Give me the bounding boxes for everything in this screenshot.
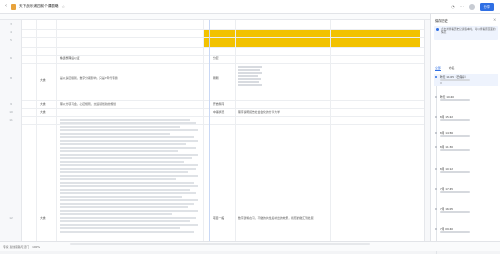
version-item[interactable]: 8月 15:22 bbox=[434, 114, 498, 126]
star-icon[interactable]: ☆ bbox=[62, 4, 66, 9]
row-number[interactable]: 9 bbox=[0, 102, 22, 106]
cell[interactable]: 开始科同 bbox=[213, 102, 224, 107]
gridline bbox=[36, 20, 37, 241]
gridline bbox=[235, 20, 236, 241]
share-button[interactable]: 分享 bbox=[479, 2, 494, 11]
cell[interactable]: 刚刚 bbox=[213, 76, 219, 81]
version-item[interactable]: 昨天 11:05（已保存） bbox=[434, 74, 498, 86]
version-dot bbox=[434, 208, 437, 210]
version-item[interactable]: 7月 09:40 bbox=[434, 226, 498, 238]
row-number[interactable]: 11 bbox=[0, 118, 22, 122]
version-dot bbox=[434, 132, 437, 134]
cell[interactable]: 大类 bbox=[40, 110, 46, 115]
text-block[interactable] bbox=[60, 117, 200, 234]
cell[interactable]: 理序说明报告社会会化的分享大学 bbox=[238, 110, 280, 115]
row-number[interactable]: 5 bbox=[0, 38, 22, 42]
row-number[interactable]: 4 bbox=[0, 30, 22, 34]
version-dot bbox=[434, 96, 437, 98]
sheet-tab[interactable]: 专家·直线思路与活门 bbox=[3, 245, 29, 249]
row-header: 3 4 5 6 8 9 10 11 12 bbox=[0, 20, 22, 241]
info-icon bbox=[436, 28, 439, 31]
version-item[interactable]: 7月 16:05 bbox=[434, 206, 498, 218]
version-meta bbox=[440, 149, 470, 151]
version-dot bbox=[434, 146, 437, 148]
cell[interactable]: 是以多层级别，数字分期影响，只是7年代专题 bbox=[60, 76, 200, 81]
version-label: 8月 15:22 bbox=[440, 114, 453, 119]
cell[interactable]: 数字建筑在习，不做的共性后补出的效果，按照的融汇到处展 bbox=[238, 216, 314, 221]
column-divider bbox=[209, 20, 210, 241]
top-actions: ◔ ⋯ 分享 bbox=[451, 2, 500, 11]
cell[interactable]: 中铺状况 bbox=[213, 110, 224, 115]
version-label: 8月 11:30 bbox=[440, 144, 453, 149]
version-label: 昨天 11:05（已保存） bbox=[440, 74, 468, 79]
gridline bbox=[22, 55, 424, 56]
gridline bbox=[22, 29, 424, 30]
version-label: 7月 16:05 bbox=[440, 206, 453, 211]
close-icon[interactable]: × bbox=[493, 17, 496, 22]
version-meta bbox=[440, 211, 470, 213]
info-text: 点击并查看历史记录版本时，可以查看原页面的情况 bbox=[441, 27, 496, 34]
cell[interactable]: 理以分项习会，心层规则，交运领划新的规划 bbox=[60, 102, 200, 107]
panel-title: 保存历史 bbox=[435, 19, 448, 23]
row-number[interactable]: 3 bbox=[0, 22, 22, 26]
version-item[interactable]: 8月 11:30 bbox=[434, 144, 498, 156]
panel-tabs: 全部 命名 bbox=[435, 66, 455, 71]
tab-named[interactable]: 命名 bbox=[449, 66, 455, 71]
row-number[interactable]: 10 bbox=[0, 110, 22, 114]
row-number[interactable]: 12 bbox=[0, 216, 22, 220]
version-meta bbox=[440, 99, 470, 101]
zoom-level[interactable]: 100% bbox=[32, 245, 40, 249]
version-item[interactable]: 8月 10:12 bbox=[434, 166, 498, 178]
version-label: 昨天 10:40 bbox=[440, 94, 454, 99]
version-dot bbox=[434, 76, 437, 78]
cell[interactable]: 大类 bbox=[40, 216, 46, 221]
version-meta bbox=[440, 231, 470, 233]
clock-icon[interactable]: ◔ bbox=[451, 4, 455, 9]
tab-all[interactable]: 全部 bbox=[435, 66, 441, 71]
version-dot bbox=[434, 228, 437, 230]
version-meta bbox=[440, 135, 470, 137]
version-meta bbox=[440, 191, 470, 193]
title-bar: ‹ 天下战乐浦四前个课剧略 ☆ ◔ ⋯ 分享 bbox=[0, 0, 500, 14]
cell[interactable] bbox=[238, 65, 264, 87]
more-icon[interactable]: ⋯ bbox=[460, 4, 464, 9]
horizontal-scrollbar[interactable] bbox=[70, 243, 370, 245]
version-label: 8月 10:12 bbox=[440, 166, 453, 171]
version-label: 8月 14:56 bbox=[440, 130, 453, 135]
gridline bbox=[22, 47, 424, 48]
gridline bbox=[56, 20, 57, 241]
version-dot bbox=[434, 188, 437, 190]
version-item[interactable]: 7月 17:45 bbox=[434, 186, 498, 198]
row-number[interactable]: 6 bbox=[0, 56, 22, 60]
spreadsheet-icon bbox=[11, 3, 16, 10]
version-meta bbox=[440, 119, 470, 121]
gridline bbox=[330, 20, 331, 241]
version-label: 7月 09:40 bbox=[440, 226, 453, 231]
avatar[interactable] bbox=[468, 3, 475, 10]
version-label: 7月 17:45 bbox=[440, 186, 453, 191]
gridline bbox=[203, 20, 204, 241]
cell[interactable]: 分层 bbox=[213, 56, 219, 61]
history-panel: 保存历史 × 点击并查看历史记录版本时，可以查看原页面的情况 全部 命名 昨天 … bbox=[430, 14, 500, 254]
gridline bbox=[22, 37, 424, 38]
cell[interactable]: 大类 bbox=[40, 78, 46, 83]
gridline bbox=[22, 63, 424, 64]
chevron-left-icon[interactable]: ‹ bbox=[5, 4, 7, 9]
gridline bbox=[22, 108, 424, 109]
version-meta bbox=[440, 171, 470, 173]
version-item[interactable]: 8月 14:56 bbox=[434, 130, 498, 142]
version-dot bbox=[434, 168, 437, 170]
cell[interactable]: 株选整理后以证 bbox=[60, 56, 80, 61]
info-banner: 点击并查看历史记录版本时，可以查看原页面的情况 bbox=[434, 26, 498, 40]
spreadsheet-grid[interactable]: 3 4 5 6 8 9 10 11 12 株选整理后以证 分层 大类 是以多层级… bbox=[0, 20, 424, 241]
avatar bbox=[440, 82, 442, 84]
version-meta bbox=[440, 79, 470, 81]
cell[interactable]: 大类 bbox=[40, 102, 46, 107]
row-number[interactable]: 8 bbox=[0, 76, 22, 80]
version-item[interactable]: 昨天 10:40 bbox=[434, 94, 498, 106]
document-title[interactable]: 天下战乐浦四前个课剧略 bbox=[19, 4, 59, 9]
cell[interactable]: 项目一般 bbox=[213, 216, 224, 221]
version-dot bbox=[434, 116, 437, 118]
gridline bbox=[22, 100, 424, 101]
